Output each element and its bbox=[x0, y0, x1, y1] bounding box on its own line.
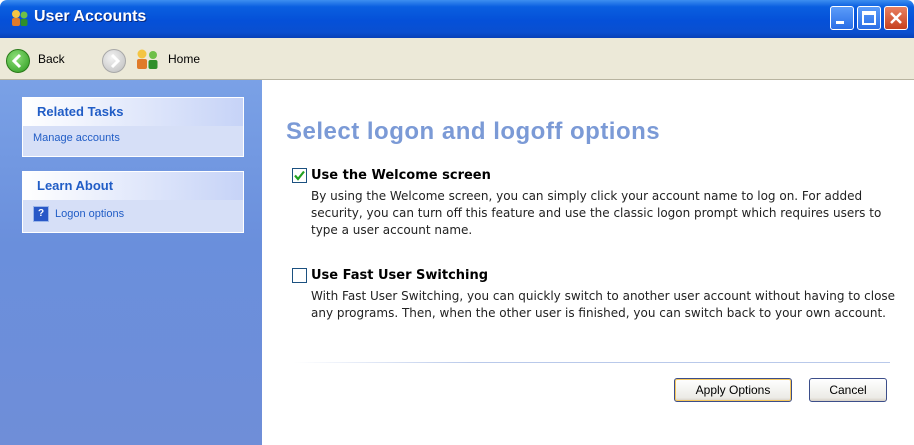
maximize-icon bbox=[862, 11, 876, 25]
main-content: Select logon and logoff options Use the … bbox=[262, 80, 914, 445]
window-title: User Accounts bbox=[34, 8, 147, 25]
page-title: Select logon and logoff options bbox=[286, 118, 661, 145]
checkmark-icon bbox=[294, 170, 305, 181]
task-pane: Related Tasks Manage accounts Learn Abou… bbox=[0, 80, 262, 445]
maximize-button[interactable] bbox=[857, 6, 881, 30]
fast-user-switching-checkbox[interactable] bbox=[292, 268, 307, 283]
user-accounts-window: User Accounts Back Home Related Tasks Ma… bbox=[0, 0, 914, 445]
minimize-button[interactable] bbox=[830, 6, 854, 30]
minimize-icon bbox=[836, 21, 844, 24]
learn-about-heading: Learn About bbox=[23, 172, 243, 200]
close-button[interactable] bbox=[884, 6, 908, 30]
back-arrow-icon[interactable] bbox=[6, 49, 30, 73]
home-icon[interactable] bbox=[134, 48, 162, 72]
user-accounts-icon bbox=[12, 10, 28, 26]
manage-accounts-link[interactable]: Manage accounts bbox=[33, 132, 120, 144]
welcome-screen-checkbox[interactable] bbox=[292, 168, 307, 183]
welcome-screen-label[interactable]: Use the Welcome screen bbox=[311, 168, 491, 183]
welcome-screen-description: By using the Welcome screen, you can sim… bbox=[311, 189, 882, 237]
divider bbox=[294, 362, 890, 363]
fast-user-switching-description: With Fast User Switching, you can quickl… bbox=[311, 289, 896, 320]
help-icon: ? bbox=[33, 206, 49, 222]
back-button-label[interactable]: Back bbox=[38, 52, 65, 66]
back-arrow-glyph bbox=[11, 53, 22, 69]
forward-arrow-glyph bbox=[110, 53, 121, 69]
title-bar[interactable]: User Accounts bbox=[0, 0, 914, 38]
navigation-toolbar: Back Home bbox=[0, 38, 914, 80]
related-tasks-box: Related Tasks Manage accounts bbox=[22, 97, 244, 157]
related-tasks-body: Manage accounts bbox=[23, 126, 243, 150]
related-tasks-heading: Related Tasks bbox=[23, 98, 243, 126]
logon-options-link[interactable]: Logon options bbox=[55, 208, 124, 220]
apply-options-button[interactable]: Apply Options bbox=[674, 378, 792, 402]
cancel-button[interactable]: Cancel bbox=[809, 378, 887, 402]
fast-user-switching-label[interactable]: Use Fast User Switching bbox=[311, 268, 488, 283]
close-icon bbox=[890, 12, 902, 24]
forward-arrow-icon[interactable] bbox=[102, 49, 126, 73]
learn-about-box: Learn About ? Logon options bbox=[22, 171, 244, 233]
learn-about-body: ? Logon options bbox=[23, 200, 243, 228]
home-button-label[interactable]: Home bbox=[168, 52, 200, 66]
